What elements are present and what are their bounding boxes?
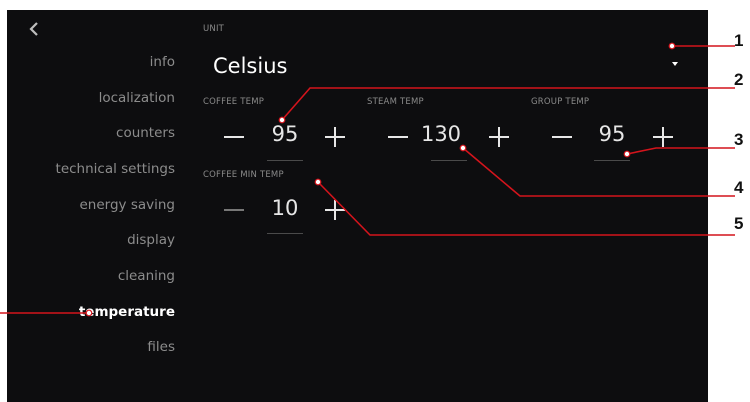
callout-number-4: 4 bbox=[734, 178, 744, 197]
callout-number-3: 3 bbox=[734, 130, 744, 149]
callout-number-1: 1 bbox=[734, 31, 744, 50]
callout-number-5: 5 bbox=[734, 214, 744, 233]
callout-lines bbox=[0, 42, 735, 317]
callout-number-2: 2 bbox=[734, 70, 744, 89]
